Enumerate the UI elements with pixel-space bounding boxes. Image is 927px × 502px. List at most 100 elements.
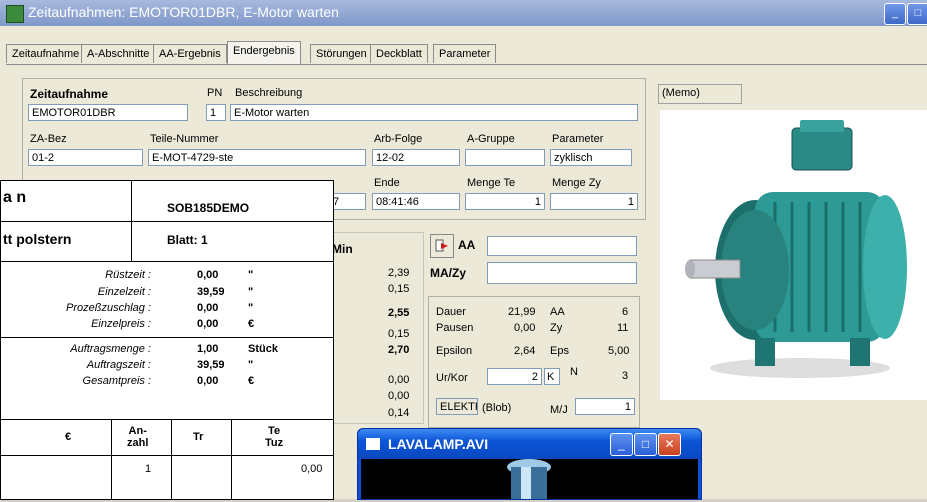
title-bar[interactable]: Zeitaufnahmen: EMOTOR01DBR, E-Motor wart… <box>0 0 927 26</box>
minimize-button[interactable]: _ <box>884 3 906 25</box>
teile-nummer-label: Teile-Nummer <box>150 133 219 145</box>
table-cell: 1 <box>145 463 152 475</box>
video-close-button[interactable]: ✕ <box>658 433 681 456</box>
report-row-label: Einzelzeit : <box>97 286 151 298</box>
min-value: 0,15 <box>388 328 410 340</box>
maximize-button[interactable]: □ <box>907 3 927 25</box>
a-gruppe-label: A-Gruppe <box>467 133 515 145</box>
report-code: SOB185DEMO <box>167 201 250 215</box>
tab-a-abschnitte[interactable]: A-Abschnitte <box>81 44 156 63</box>
report-blatt: Blatt: 1 <box>167 233 208 247</box>
arb-folge-label: Arb-Folge <box>374 133 423 145</box>
min-value: 0,14 <box>388 407 410 419</box>
min-value: 0,00 <box>388 390 410 402</box>
lava-lamp-icon <box>507 459 551 499</box>
tab-deckblatt[interactable]: Deckblatt <box>370 44 428 63</box>
min-value: 0,00 <box>388 374 410 386</box>
window-title: Zeitaufnahmen: EMOTOR01DBR, E-Motor wart… <box>28 4 339 20</box>
mj-field[interactable]: 1 <box>575 398 635 415</box>
menge-te-label: Menge Te <box>467 177 516 189</box>
report-row-label: Rüstzeit : <box>105 269 151 281</box>
partial-field[interactable]: 7 <box>330 193 366 210</box>
pausen-value: 0,00 <box>514 322 536 334</box>
video-minimize-button[interactable]: _ <box>610 433 633 456</box>
video-window[interactable]: LAVALAMP.AVI _ □ ✕ <box>357 428 702 500</box>
aa-field[interactable] <box>487 236 637 256</box>
mazy-field[interactable] <box>487 262 637 284</box>
arb-folge-field[interactable]: 12-02 <box>372 149 460 166</box>
export-button[interactable] <box>430 234 454 258</box>
beschreibung-field[interactable]: E-Motor warten <box>230 104 638 121</box>
report-row-label: Auftragsmenge : <box>70 343 151 355</box>
pn-field[interactable]: 1 <box>206 104 226 121</box>
tab-zeitaufnahme[interactable]: Zeitaufnahme <box>6 44 86 63</box>
dauer-unit: AA <box>550 306 565 318</box>
tab-parameter[interactable]: Parameter <box>433 44 497 63</box>
teile-nummer-field[interactable]: E-MOT-4729-ste <box>148 149 366 166</box>
report-row-label: Prozeßzuschlag : <box>66 302 151 314</box>
menge-te-field[interactable]: 1 <box>465 193 545 210</box>
memo-box: (Memo) <box>658 84 742 104</box>
report-row-unit: " <box>248 286 254 298</box>
min-value: 0,15 <box>388 283 410 295</box>
report-sheet: a n tt polstern SOB185DEMO Blatt: 1 Rüst… <box>0 180 334 500</box>
memo-label: (Memo) <box>662 87 700 99</box>
zabez-field[interactable]: 01-2 <box>28 149 143 166</box>
report-row-label: Auftragszeit : <box>86 359 151 371</box>
mazy-label: MA/Zy <box>430 266 466 280</box>
parameter-label: Parameter <box>552 133 604 145</box>
report-row-unit: € <box>248 375 255 387</box>
electric-motor-icon <box>685 120 907 378</box>
report-row-value: 0,00 <box>197 269 219 281</box>
motor-image <box>660 110 927 400</box>
report-row-label: Einzelpreis : <box>91 318 151 330</box>
min-group <box>332 232 424 424</box>
pn-label: PN <box>207 87 223 99</box>
urkor-field[interactable]: 2 <box>487 368 542 385</box>
blob-field[interactable]: ELEKTRI <box>436 398 478 415</box>
blob-label: (Blob) <box>482 402 512 414</box>
report-row-value: 0,00 <box>197 375 219 387</box>
app-icon <box>6 5 24 23</box>
urkor-n-label: N <box>570 366 578 378</box>
report-row-value: 39,59 <box>197 286 225 298</box>
tab-stoerungen[interactable]: Störungen <box>310 44 373 63</box>
urkor-count: 3 <box>622 370 629 382</box>
report-row-value: 0,00 <box>197 318 219 330</box>
video-title-bar[interactable]: LAVALAMP.AVI _ □ ✕ <box>358 429 701 459</box>
beschreibung-label: Beschreibung <box>235 87 303 99</box>
ende-field[interactable]: 08:41:46 <box>372 193 460 210</box>
aa-label: AA <box>458 238 476 252</box>
menge-zy-field[interactable]: 1 <box>550 193 638 210</box>
video-icon <box>366 438 380 450</box>
zeitaufnahme-field[interactable]: EMOTOR01DBR <box>28 104 188 121</box>
table-cell: 0,00 <box>301 463 323 475</box>
parameter-field[interactable]: zyklisch <box>550 149 632 166</box>
video-title: LAVALAMP.AVI <box>388 436 489 452</box>
urkor-label: Ur/Kor <box>436 372 468 384</box>
tab-aa-ergebnis[interactable]: AA-Ergebnis <box>153 44 227 63</box>
pausen-count: 11 <box>617 322 629 334</box>
epsilon-count: 5,00 <box>608 345 630 357</box>
report-row-value: 0,00 <box>197 302 219 314</box>
zabez-label: ZA-Bez <box>30 133 67 145</box>
a-gruppe-field[interactable] <box>465 149 545 166</box>
table-header: Te Tuz <box>265 425 284 449</box>
tab-endergebnis[interactable]: Endergebnis <box>227 41 301 64</box>
report-row-value: 39,59 <box>197 359 225 371</box>
report-row-unit: Stück <box>248 343 278 355</box>
epsilon-value: 2,64 <box>514 345 536 357</box>
video-content <box>361 459 698 499</box>
epsilon-label: Epsilon <box>436 345 473 357</box>
video-maximize-button[interactable]: □ <box>634 433 657 456</box>
report-row-label: Gesamtpreis : <box>82 375 151 387</box>
min-value: 2,70 <box>388 344 410 356</box>
report-row-unit: € <box>248 318 255 330</box>
zeitaufnahme-label: Zeitaufnahme <box>30 87 109 101</box>
dauer-value: 21,99 <box>508 306 536 318</box>
menge-zy-label: Menge Zy <box>552 177 601 189</box>
urkor-k-field[interactable]: K <box>544 368 560 385</box>
pausen-label: Pausen <box>436 322 474 334</box>
table-header: € <box>65 431 72 443</box>
pausen-unit: Zy <box>550 322 563 334</box>
